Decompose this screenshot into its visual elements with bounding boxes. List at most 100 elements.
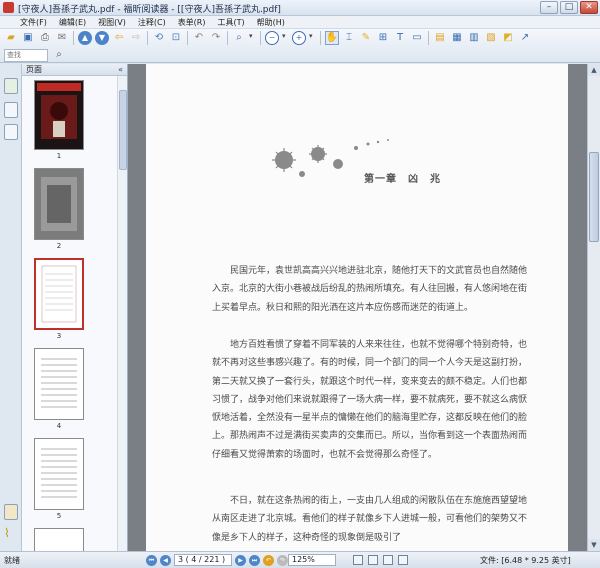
close-button[interactable]: ✕ — [580, 1, 598, 14]
paragraph: 不日，就在这条热闹的街上，一支由几人组成的闲散队伍在东施施西望望地从南区走进了北… — [212, 496, 528, 543]
status-text: 就绪 — [4, 556, 20, 565]
toolbar-separator — [73, 31, 74, 45]
typewriter-icon[interactable]: T — [393, 31, 407, 45]
paragraph: 地方百姓看惯了穿着不同军装的人来来往往，也就不觉得哪个特别奇特，也就不再对这些事… — [212, 340, 528, 460]
text-page-art — [36, 260, 82, 328]
hand-tool-icon[interactable]: ✋ — [325, 31, 339, 45]
thumbnail-scrollbar[interactable] — [117, 76, 127, 551]
print-icon[interactable]: ⎙ — [38, 31, 52, 45]
scroll-down-icon[interactable]: ▼ — [588, 539, 600, 551]
rotate-icon[interactable]: ⟲ — [152, 31, 166, 45]
toolbar-separator — [187, 31, 188, 45]
redo-icon[interactable]: ↷ — [209, 31, 223, 45]
page-thumbnail[interactable] — [34, 438, 84, 510]
page-size-info: 文件: [6.48 * 9.25 英寸] — [480, 556, 571, 565]
app-window: [守夜人]吾孫子武丸.pdf - 福昕阅读器 - [[守夜人]吾孫子武丸.pdf… — [0, 0, 600, 568]
forward-arrow-icon[interactable]: ⇨ — [129, 31, 143, 45]
page-layout-buttons — [353, 555, 413, 565]
textbox-icon[interactable]: ▥ — [467, 31, 481, 45]
page-navigation: ⏮ ◀ 3 ( 4 / 221 ) ▶ ⏭ ↶ ↷ — [146, 554, 291, 566]
menu-help[interactable]: 帮助(H) — [257, 17, 285, 28]
page-thumbnail[interactable] — [34, 80, 84, 150]
bookmarks-panel-icon[interactable] — [4, 102, 18, 118]
document-page: 第一章 凶 兆 民国元年，袁世凯高高兴兴地进驻北京，随他打天下的文武官员也自然随… — [146, 64, 568, 551]
zoom-in-icon[interactable]: + — [292, 31, 306, 45]
text-page-art — [35, 349, 83, 419]
arrow-tool-icon[interactable]: ↗ — [518, 31, 532, 45]
paperclip-icon[interactable]: ⌇ — [4, 526, 18, 542]
page-thumbnail[interactable] — [34, 528, 84, 551]
chevron-down-icon[interactable]: ▾ — [309, 32, 319, 45]
fit-page-icon[interactable]: ⊡ — [169, 31, 183, 45]
back-arrow-icon[interactable]: ⇦ — [112, 31, 126, 45]
previous-page-icon[interactable]: ▲ — [78, 31, 92, 45]
toolbar-row-1: ▰ ▣ ⎙ ✉ ▲ ▼ ⇦ ⇨ ⟲ ⊡ ↶ ↷ ⌕ ▾ − ▾ + ▾ ✋ ⌶ — [4, 30, 535, 46]
go-back-icon[interactable]: ↶ — [263, 554, 274, 566]
menu-tools[interactable]: 工具(T) — [218, 17, 245, 28]
stamp-icon[interactable]: ▦ — [450, 31, 464, 45]
next-page-icon[interactable]: ▼ — [95, 31, 109, 45]
pages-panel-icon[interactable] — [4, 78, 18, 94]
zoom-icon[interactable]: ⌕ — [232, 31, 246, 45]
panel-title: 页面 — [26, 65, 42, 74]
next-page-icon[interactable]: ▶ — [235, 554, 246, 566]
comment-icon[interactable]: ◩ — [501, 31, 515, 45]
page-thumbnail-number: 1 — [56, 152, 62, 160]
page-thumbnail-number: 4 — [56, 422, 62, 430]
chapter-title: 第一章 凶 兆 — [364, 174, 441, 185]
scroll-up-icon[interactable]: ▲ — [588, 64, 600, 76]
title-bar: [守夜人]吾孫子武丸.pdf - 福昕阅读器 - [[守夜人]吾孫子武丸.pdf… — [0, 0, 600, 16]
menu-comment[interactable]: 注释(C) — [138, 17, 166, 28]
page-thumbnail[interactable] — [34, 348, 84, 420]
zoom-out-icon[interactable]: − — [265, 31, 279, 45]
document-view[interactable]: 第一章 凶 兆 民国元年，袁世凯高高兴兴地进驻北京，随他打天下的文武官员也自然随… — [128, 64, 587, 551]
page-thumbnail[interactable] — [34, 168, 84, 240]
chevron-down-icon[interactable]: ▾ — [249, 32, 259, 45]
save-icon[interactable]: ▣ — [21, 31, 35, 45]
toolbar: ▰ ▣ ⎙ ✉ ▲ ▼ ⇦ ⇨ ⟲ ⊡ ↶ ↷ ⌕ ▾ − ▾ + ▾ ✋ ⌶ — [0, 29, 600, 63]
maximize-button[interactable]: □ — [560, 1, 578, 14]
open-folder-icon[interactable]: ▰ — [4, 31, 18, 45]
toolbar-row-2: ⌕ — [4, 47, 69, 63]
thumbnail-scroll-thumb[interactable] — [119, 90, 127, 170]
note-icon[interactable]: ▤ — [433, 31, 447, 45]
thumbnail-panel: 页面 « 1 2 3 4 5 — [22, 64, 128, 551]
search-input[interactable] — [4, 48, 48, 62]
callout-icon[interactable]: ▧ — [484, 31, 498, 45]
menu-view[interactable]: 视图(V) — [98, 17, 126, 28]
search-icon[interactable]: ⌕ — [52, 48, 66, 62]
highlight-icon[interactable]: ✎ — [359, 31, 373, 45]
facing-icon[interactable] — [383, 555, 393, 565]
menu-bar: 文件(F) 编辑(E) 视图(V) 注释(C) 表单(R) 工具(T) 帮助(H… — [0, 16, 600, 29]
continuous-facing-icon[interactable] — [398, 555, 408, 565]
minimize-button[interactable]: – — [540, 1, 558, 14]
collapse-panel-icon[interactable]: « — [118, 64, 123, 75]
menu-form[interactable]: 表单(R) — [178, 17, 206, 28]
gray-page-art — [35, 169, 83, 239]
last-page-icon[interactable]: ⏭ — [249, 554, 260, 566]
document-scrollbar[interactable]: ▲ ▼ — [587, 64, 600, 551]
page-number-field[interactable]: 3 ( 4 / 221 ) — [174, 554, 232, 566]
menu-file[interactable]: 文件(F) — [20, 17, 47, 28]
page-thumbnail-number: 5 — [56, 512, 62, 520]
page-thumbnail-number: 3 — [56, 332, 62, 340]
email-icon[interactable]: ✉ — [55, 31, 69, 45]
single-page-icon[interactable] — [353, 555, 363, 565]
zoom-level-field[interactable]: 125% — [288, 554, 336, 566]
window-controls: – □ ✕ — [538, 1, 598, 14]
page-thumbnail-current[interactable] — [34, 258, 84, 330]
snapshot-icon[interactable]: ⊞ — [376, 31, 390, 45]
chevron-down-icon[interactable]: ▾ — [282, 32, 292, 45]
attachments-panel-icon[interactable] — [4, 504, 18, 520]
menu-edit[interactable]: 编辑(E) — [59, 17, 86, 28]
select-text-icon[interactable]: ⌶ — [342, 31, 356, 45]
toolbar-separator — [227, 31, 228, 45]
previous-page-icon[interactable]: ◀ — [160, 554, 171, 566]
continuous-icon[interactable] — [368, 555, 378, 565]
undo-icon[interactable]: ↶ — [192, 31, 206, 45]
image-icon[interactable]: ▭ — [410, 31, 424, 45]
first-page-icon[interactable]: ⏮ — [146, 554, 157, 566]
layers-panel-icon[interactable] — [4, 124, 18, 140]
document-scroll-thumb[interactable] — [589, 152, 599, 242]
go-forward-icon[interactable]: ↷ — [277, 554, 288, 566]
